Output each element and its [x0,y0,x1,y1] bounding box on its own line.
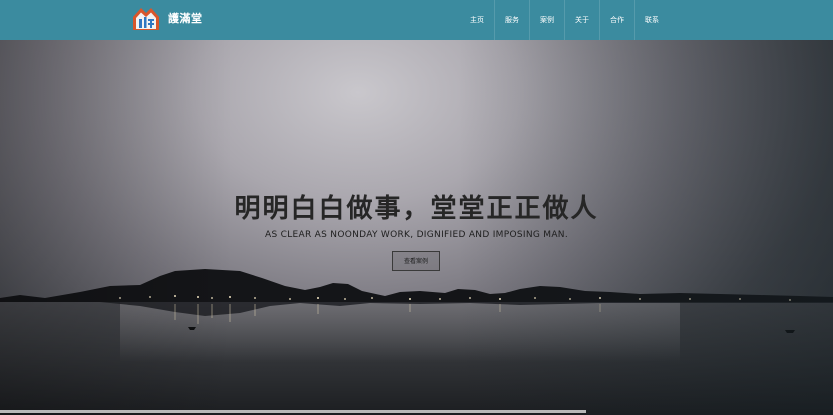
logo-text: 護滿堂 [168,12,203,25]
logo-house-icon [132,5,160,31]
view-cases-button[interactable]: 查看案例 [392,251,440,271]
hero-vignette [0,40,833,415]
nav-contact[interactable]: 联系 [634,0,669,40]
horizontal-scrollbar[interactable] [0,410,586,413]
nav-services[interactable]: 服务 [494,0,529,40]
nav-home[interactable]: 主页 [460,0,494,40]
hero-subline: AS CLEAR AS NOONDAY WORK, DIGNIFIED AND … [264,230,568,240]
site-logo[interactable]: 護滿堂 [132,4,203,32]
nav-cases[interactable]: 案例 [529,0,564,40]
nav-cooperation[interactable]: 合作 [599,0,634,40]
main-nav: 主页 服务 案例 关于 合作 联系 [460,0,669,40]
hero-headline: 明明白白做事，堂堂正正做人 [234,194,599,224]
top-navbar: 護滿堂 主页 服务 案例 关于 合作 联系 [0,0,833,40]
nav-about[interactable]: 关于 [564,0,599,40]
hero-banner: 明明白白做事，堂堂正正做人 AS CLEAR AS NOONDAY WORK, … [0,40,833,415]
